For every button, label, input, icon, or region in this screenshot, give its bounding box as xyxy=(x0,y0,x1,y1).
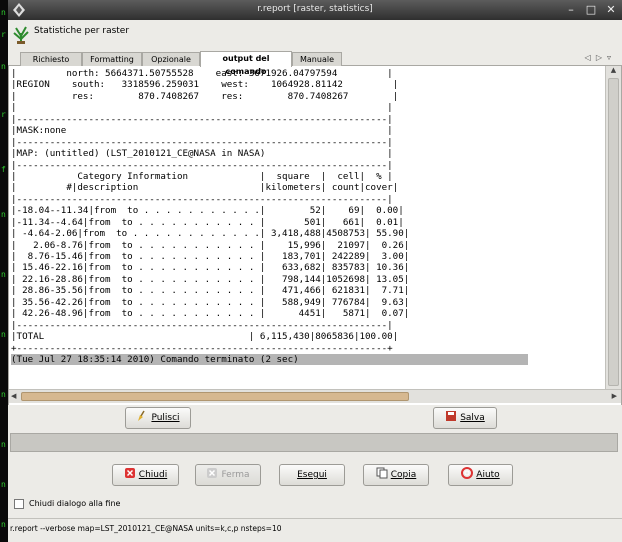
close-icon[interactable]: ✕ xyxy=(604,3,618,17)
terminal-char: n xyxy=(1,330,6,339)
esegui-button[interactable]: Esegui xyxy=(279,464,345,486)
close-on-finish-label: Chiudi dialogo alla fine xyxy=(29,499,121,508)
tab-output[interactable]: output del comando xyxy=(200,51,292,76)
output-line: |TOTAL | 6,115,430|8065836|100.00| xyxy=(11,331,399,343)
tab-opzionale[interactable]: Opzionale xyxy=(142,52,200,66)
esegui-label: Esegui xyxy=(297,470,327,480)
tab-bar: Richiesto Formatting Opzionale output de… xyxy=(8,50,622,76)
broom-icon xyxy=(138,410,146,421)
terminal-char: r xyxy=(1,110,6,119)
salva-button[interactable]: Salva xyxy=(433,407,497,429)
output-line: |---------------------------------------… xyxy=(11,136,393,148)
stop-icon xyxy=(207,468,218,478)
output-line: | -4.64-2.06|from to . . . . . . . . . .… xyxy=(11,228,410,240)
scroll-left-icon[interactable]: ◀ xyxy=(11,392,16,400)
completion-message: (Tue Jul 27 18:35:14 2010) Comando termi… xyxy=(11,353,528,366)
tab-manuale[interactable]: Manuale xyxy=(292,52,342,66)
vertical-scrollbar[interactable]: ▲ xyxy=(605,66,621,389)
ferma-label: Ferma xyxy=(221,470,250,480)
output-line: |-18.04--11.34|from to . . . . . . . . .… xyxy=(11,205,404,217)
salva-label: Salva xyxy=(460,413,485,423)
output-line: |---------------------------------------… xyxy=(11,113,393,125)
tab-scroll-arrows[interactable]: ◁▷▿ xyxy=(585,53,616,62)
terminal-char: f xyxy=(1,165,6,174)
aiuto-button[interactable]: Aiuto xyxy=(448,464,513,486)
output-line: | res: 870.7408267 res: 870.7408267 | xyxy=(11,90,399,102)
output-line: |MAP: (untitled) (LST_2010121_CE@NASA in… xyxy=(11,148,393,160)
scroll-right-icon[interactable]: ▶ xyxy=(612,392,617,400)
module-header: Statistiche per raster xyxy=(8,20,622,48)
output-line: |---------------------------------------… xyxy=(11,319,393,331)
output-line: |---------------------------------------… xyxy=(11,159,393,171)
copy-icon xyxy=(376,467,388,479)
window-title: r.report [raster, statistics] xyxy=(257,4,373,14)
terminal-char: n xyxy=(1,440,6,449)
terminal-char: n xyxy=(1,210,6,219)
output-line: | | xyxy=(11,102,393,114)
chiudi-button[interactable]: Chiudi xyxy=(112,464,179,486)
tab-formatting[interactable]: Formatting xyxy=(82,52,142,66)
titlebar[interactable]: r.report [raster, statistics] – □ ✕ xyxy=(8,0,622,20)
horizontal-scrollbar[interactable]: ◀ ▶ xyxy=(9,389,621,403)
copia-label: Copia xyxy=(390,470,417,480)
aiuto-label: Aiuto xyxy=(476,470,500,480)
close-on-finish-checkbox[interactable] xyxy=(14,499,24,509)
progress-bar xyxy=(10,433,618,452)
rreport-window: r.report [raster, statistics] – □ ✕ Stat… xyxy=(8,0,622,542)
scroll-up-icon[interactable]: ▲ xyxy=(606,66,621,76)
maximize-icon[interactable]: □ xyxy=(584,3,598,17)
module-label: Statistiche per raster xyxy=(34,26,130,36)
terminal-char: n xyxy=(1,520,6,529)
output-line: | 28.86-35.56|from to . . . . . . . . . … xyxy=(11,285,410,297)
copia-button[interactable]: Copia xyxy=(363,464,429,486)
output-line: | 42.26-48.96|from to . . . . . . . . . … xyxy=(11,308,410,320)
terminal-char: n xyxy=(1,270,6,279)
pulisci-button[interactable]: Pulisci xyxy=(125,407,191,429)
output-line: |MASK:none | xyxy=(11,125,393,137)
command-output[interactable]: | north: 5664371.50755528 east: 3671926.… xyxy=(8,66,622,405)
output-line: | 15.46-22.16|from to . . . . . . . . . … xyxy=(11,262,410,274)
ferma-button[interactable]: Ferma xyxy=(195,464,261,486)
output-line: | 22.16-28.86|from to . . . . . . . . . … xyxy=(11,273,410,285)
output-line: |---------------------------------------… xyxy=(11,193,393,205)
vertical-scroll-thumb[interactable] xyxy=(608,78,619,386)
chiudi-label: Chiudi xyxy=(138,470,168,480)
output-line: | #|description |kilometers| count|cover… xyxy=(11,182,399,194)
output-line: |REGION south: 3318596.259031 west: 1064… xyxy=(11,79,399,91)
output-line: +---------------------------------------… xyxy=(11,342,393,354)
status-bar: r.report --verbose map=LST_2010121_CE@NA… xyxy=(8,518,622,540)
grass-logo-icon xyxy=(13,26,29,44)
output-line: | 35.56-42.26|from to . . . . . . . . . … xyxy=(11,296,410,308)
output-line: | Category Information | square | cell| … xyxy=(11,170,393,182)
terminal-char: r xyxy=(1,30,6,39)
pulisci-label: Pulisci xyxy=(151,413,180,423)
output-text: | north: 5664371.50755528 east: 3671926.… xyxy=(11,68,605,388)
background-terminal: n r n r f n n n n n n n xyxy=(0,0,8,542)
output-line: | 2.06-8.76|from to . . . . . . . . . . … xyxy=(11,239,410,251)
output-line: |-11.34--4.64|from to . . . . . . . . . … xyxy=(11,216,404,228)
horizontal-scroll-thumb[interactable] xyxy=(21,392,409,401)
exit-icon xyxy=(124,468,135,478)
output-line: | north: 5664371.50755528 east: 3671926.… xyxy=(11,68,393,79)
terminal-char: n xyxy=(1,390,6,399)
help-icon xyxy=(461,467,474,479)
terminal-char: n xyxy=(1,62,6,71)
save-icon xyxy=(446,411,457,421)
minimize-icon[interactable]: – xyxy=(564,3,578,17)
tab-richiesto[interactable]: Richiesto xyxy=(20,52,82,66)
terminal-char: n xyxy=(1,480,6,489)
output-line: | 8.76-15.46|from to . . . . . . . . . .… xyxy=(11,251,410,262)
terminal-char: n xyxy=(1,8,6,17)
